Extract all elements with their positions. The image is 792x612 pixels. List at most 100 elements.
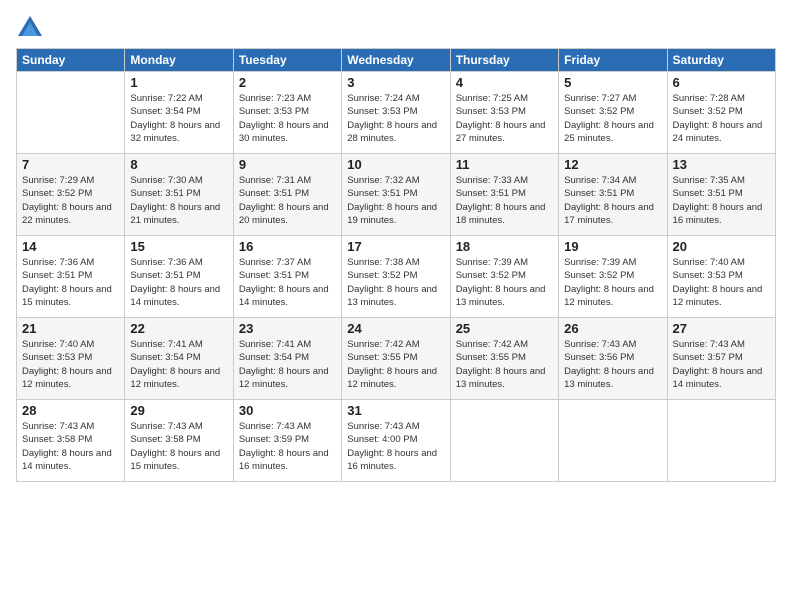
day-number: 26 — [564, 321, 661, 336]
day-number: 15 — [130, 239, 227, 254]
weekday-header-thursday: Thursday — [450, 49, 558, 72]
calendar-cell: 16 Sunrise: 7:37 AMSunset: 3:51 PMDayligh… — [233, 236, 341, 318]
calendar-cell: 21 Sunrise: 7:40 AMSunset: 3:53 PMDayligh… — [17, 318, 125, 400]
day-number: 4 — [456, 75, 553, 90]
cell-info: Sunrise: 7:27 AMSunset: 3:52 PMDaylight:… — [564, 92, 661, 145]
day-number: 30 — [239, 403, 336, 418]
day-number: 5 — [564, 75, 661, 90]
cell-info: Sunrise: 7:39 AMSunset: 3:52 PMDaylight:… — [564, 256, 661, 309]
calendar-cell: 11 Sunrise: 7:33 AMSunset: 3:51 PMDayligh… — [450, 154, 558, 236]
day-number: 6 — [673, 75, 770, 90]
cell-info: Sunrise: 7:42 AMSunset: 3:55 PMDaylight:… — [456, 338, 553, 391]
day-number: 21 — [22, 321, 119, 336]
day-number: 18 — [456, 239, 553, 254]
day-number: 14 — [22, 239, 119, 254]
calendar-cell: 8 Sunrise: 7:30 AMSunset: 3:51 PMDaylight… — [125, 154, 233, 236]
cell-info: Sunrise: 7:28 AMSunset: 3:52 PMDaylight:… — [673, 92, 770, 145]
calendar-cell: 13Sunrise: 7:35 AMSunset: 3:51 PMDayligh… — [667, 154, 775, 236]
day-number: 24 — [347, 321, 444, 336]
weekday-header-tuesday: Tuesday — [233, 49, 341, 72]
cell-info: Sunrise: 7:37 AMSunset: 3:51 PMDaylight:… — [239, 256, 336, 309]
calendar-cell: 23Sunrise: 7:41 AMSunset: 3:54 PMDayligh… — [233, 318, 341, 400]
calendar-week-4: 21 Sunrise: 7:40 AMSunset: 3:53 PMDayligh… — [17, 318, 776, 400]
calendar-week-2: 7 Sunrise: 7:29 AMSunset: 3:52 PMDaylight… — [17, 154, 776, 236]
calendar-cell: 31Sunrise: 7:43 AMSunset: 4:00 PMDayligh… — [342, 400, 450, 482]
cell-info: Sunrise: 7:34 AMSunset: 3:51 PMDaylight:… — [564, 174, 661, 227]
calendar-cell: 27 Sunrise: 7:43 AMSunset: 3:57 PMDayligh… — [667, 318, 775, 400]
calendar-cell: 18 Sunrise: 7:39 AMSunset: 3:52 PMDayligh… — [450, 236, 558, 318]
cell-info: Sunrise: 7:22 AMSunset: 3:54 PMDaylight:… — [130, 92, 227, 145]
day-number: 28 — [22, 403, 119, 418]
weekday-header-wednesday: Wednesday — [342, 49, 450, 72]
cell-info: Sunrise: 7:31 AMSunset: 3:51 PMDaylight:… — [239, 174, 336, 227]
logo — [16, 14, 48, 42]
calendar-header: SundayMondayTuesdayWednesdayThursdayFrid… — [17, 49, 776, 72]
calendar-cell: 5 Sunrise: 7:27 AMSunset: 3:52 PMDaylight… — [559, 72, 667, 154]
calendar-cell: 12 Sunrise: 7:34 AMSunset: 3:51 PMDayligh… — [559, 154, 667, 236]
weekday-header-friday: Friday — [559, 49, 667, 72]
cell-info: Sunrise: 7:43 AMSunset: 3:58 PMDaylight:… — [22, 420, 119, 473]
weekday-header-sunday: Sunday — [17, 49, 125, 72]
cell-info: Sunrise: 7:23 AMSunset: 3:53 PMDaylight:… — [239, 92, 336, 145]
weekday-header-saturday: Saturday — [667, 49, 775, 72]
cell-info: Sunrise: 7:25 AMSunset: 3:53 PMDaylight:… — [456, 92, 553, 145]
day-number: 27 — [673, 321, 770, 336]
day-number: 20 — [673, 239, 770, 254]
calendar-cell — [450, 400, 558, 482]
cell-info: Sunrise: 7:30 AMSunset: 3:51 PMDaylight:… — [130, 174, 227, 227]
cell-info: Sunrise: 7:36 AMSunset: 3:51 PMDaylight:… — [22, 256, 119, 309]
calendar-cell: 28 Sunrise: 7:43 AMSunset: 3:58 PMDayligh… — [17, 400, 125, 482]
day-number: 12 — [564, 157, 661, 172]
calendar-cell: 19 Sunrise: 7:39 AMSunset: 3:52 PMDayligh… — [559, 236, 667, 318]
day-number: 3 — [347, 75, 444, 90]
cell-info: Sunrise: 7:29 AMSunset: 3:52 PMDaylight:… — [22, 174, 119, 227]
calendar-cell: 3Sunrise: 7:24 AMSunset: 3:53 PMDaylight… — [342, 72, 450, 154]
cell-info: Sunrise: 7:43 AMSunset: 3:58 PMDaylight:… — [130, 420, 227, 473]
day-number: 10 — [347, 157, 444, 172]
day-number: 1 — [130, 75, 227, 90]
day-number: 29 — [130, 403, 227, 418]
day-number: 8 — [130, 157, 227, 172]
calendar-cell: 17 Sunrise: 7:38 AMSunset: 3:52 PMDayligh… — [342, 236, 450, 318]
calendar-week-1: 1 Sunrise: 7:22 AMSunset: 3:54 PMDaylight… — [17, 72, 776, 154]
day-number: 13 — [673, 157, 770, 172]
calendar-cell: 22 Sunrise: 7:41 AMSunset: 3:54 PMDayligh… — [125, 318, 233, 400]
cell-info: Sunrise: 7:38 AMSunset: 3:52 PMDaylight:… — [347, 256, 444, 309]
cell-info: Sunrise: 7:39 AMSunset: 3:52 PMDaylight:… — [456, 256, 553, 309]
weekday-row: SundayMondayTuesdayWednesdayThursdayFrid… — [17, 49, 776, 72]
logo-icon — [16, 14, 44, 42]
cell-info: Sunrise: 7:43 AMSunset: 4:00 PMDaylight:… — [347, 420, 444, 473]
day-number: 19 — [564, 239, 661, 254]
cell-info: Sunrise: 7:36 AMSunset: 3:51 PMDaylight:… — [130, 256, 227, 309]
weekday-header-monday: Monday — [125, 49, 233, 72]
page-container: SundayMondayTuesdayWednesdayThursdayFrid… — [0, 0, 792, 612]
cell-info: Sunrise: 7:43 AMSunset: 3:56 PMDaylight:… — [564, 338, 661, 391]
day-number: 7 — [22, 157, 119, 172]
calendar-cell: 26 Sunrise: 7:43 AMSunset: 3:56 PMDayligh… — [559, 318, 667, 400]
calendar-week-3: 14 Sunrise: 7:36 AMSunset: 3:51 PMDayligh… — [17, 236, 776, 318]
day-number: 11 — [456, 157, 553, 172]
header-row — [16, 10, 776, 42]
calendar-cell: 1 Sunrise: 7:22 AMSunset: 3:54 PMDaylight… — [125, 72, 233, 154]
cell-info: Sunrise: 7:33 AMSunset: 3:51 PMDaylight:… — [456, 174, 553, 227]
calendar-cell: 15 Sunrise: 7:36 AMSunset: 3:51 PMDayligh… — [125, 236, 233, 318]
cell-info: Sunrise: 7:43 AMSunset: 3:57 PMDaylight:… — [673, 338, 770, 391]
calendar-cell — [559, 400, 667, 482]
calendar-cell: 9 Sunrise: 7:31 AMSunset: 3:51 PMDaylight… — [233, 154, 341, 236]
calendar-cell: 4 Sunrise: 7:25 AMSunset: 3:53 PMDaylight… — [450, 72, 558, 154]
cell-info: Sunrise: 7:43 AMSunset: 3:59 PMDaylight:… — [239, 420, 336, 473]
calendar-cell: 10Sunrise: 7:32 AMSunset: 3:51 PMDayligh… — [342, 154, 450, 236]
calendar-cell: 30 Sunrise: 7:43 AMSunset: 3:59 PMDayligh… — [233, 400, 341, 482]
cell-info: Sunrise: 7:42 AMSunset: 3:55 PMDaylight:… — [347, 338, 444, 391]
calendar: SundayMondayTuesdayWednesdayThursdayFrid… — [16, 48, 776, 482]
day-number: 16 — [239, 239, 336, 254]
day-number: 17 — [347, 239, 444, 254]
day-number: 9 — [239, 157, 336, 172]
day-number: 22 — [130, 321, 227, 336]
cell-info: Sunrise: 7:40 AMSunset: 3:53 PMDaylight:… — [22, 338, 119, 391]
calendar-cell: 6 Sunrise: 7:28 AMSunset: 3:52 PMDaylight… — [667, 72, 775, 154]
calendar-cell: 25Sunrise: 7:42 AMSunset: 3:55 PMDayligh… — [450, 318, 558, 400]
cell-info: Sunrise: 7:41 AMSunset: 3:54 PMDaylight:… — [130, 338, 227, 391]
calendar-cell: 2Sunrise: 7:23 AMSunset: 3:53 PMDaylight… — [233, 72, 341, 154]
calendar-body: 1 Sunrise: 7:22 AMSunset: 3:54 PMDaylight… — [17, 72, 776, 482]
